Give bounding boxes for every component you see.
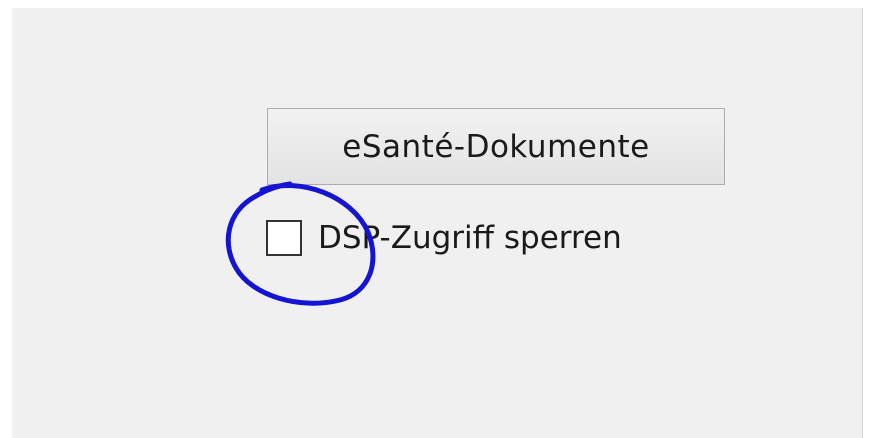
esante-documents-button[interactable]: eSanté-Dokumente	[267, 108, 725, 185]
dsp-access-lock-checkbox[interactable]	[266, 220, 302, 256]
dsp-access-lock-row[interactable]: DSP-Zugriff sperren	[266, 218, 622, 258]
dsp-access-lock-label[interactable]: DSP-Zugriff sperren	[318, 218, 622, 258]
